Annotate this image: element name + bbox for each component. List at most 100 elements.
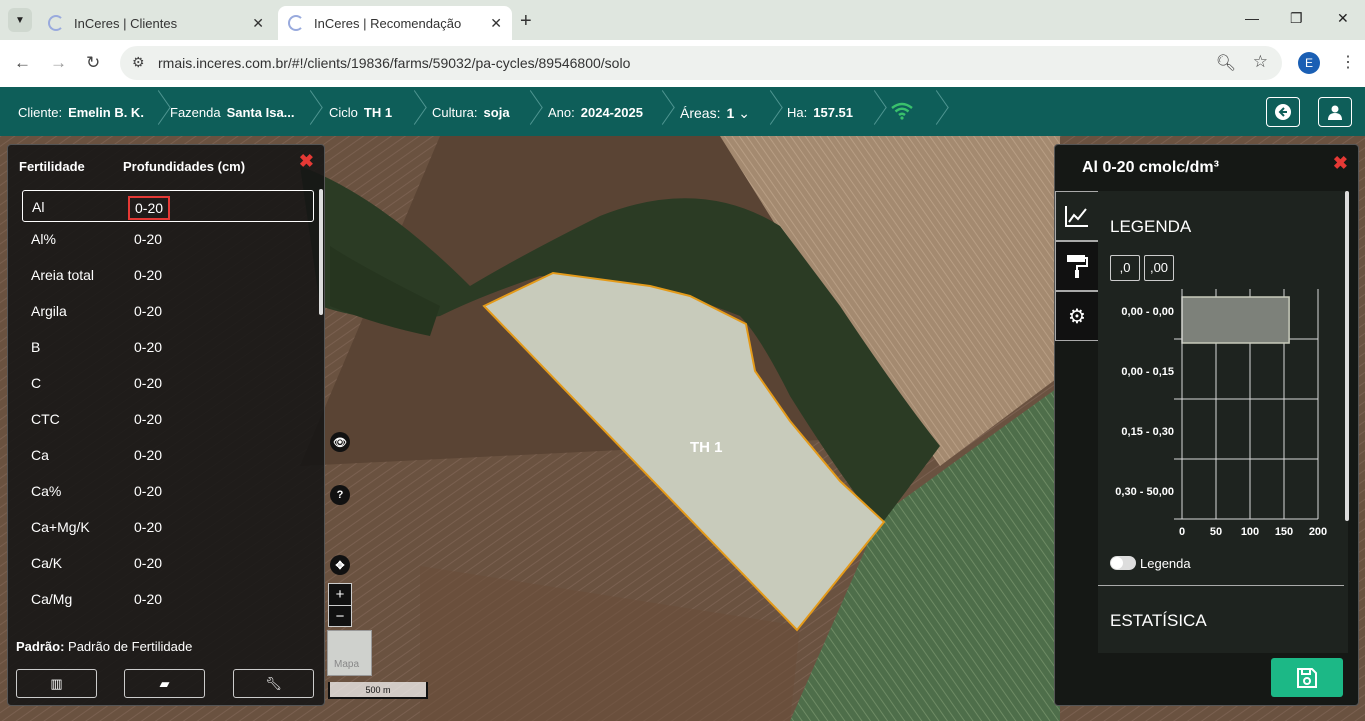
header-cultura[interactable]: Cultura: soja <box>432 105 510 120</box>
zoom-in-button[interactable]: + <box>329 584 351 605</box>
depth-value[interactable]: 0-20 <box>134 519 162 535</box>
depth-value[interactable]: 0-20 <box>134 411 162 427</box>
legend-bar-chart: 0 50 100 150 200 0,00 - 0,00 0,00 - 0,15 0,15 -… <box>1115 289 1327 538</box>
map-scale-bar: 500 m <box>328 682 428 699</box>
browser-tab-recomendacao[interactable]: InCeres | Recomendação ✕ <box>278 6 512 40</box>
reload-icon[interactable]: ↻ <box>86 53 100 73</box>
fertility-row[interactable]: Al% 0-20 <box>22 223 314 255</box>
save-button[interactable] <box>1271 658 1343 697</box>
map-type-button[interactable]: Mapa <box>327 630 372 676</box>
breadcrumb-separator <box>864 87 878 136</box>
fertility-row[interactable]: Ca% 0-20 <box>22 475 314 507</box>
breadcrumb-separator <box>404 87 418 136</box>
minimize-icon[interactable]: — <box>1245 10 1259 26</box>
depth-value[interactable]: 0-20 <box>134 339 162 355</box>
help-icon[interactable]: ? <box>330 485 350 505</box>
zoom-out-button[interactable]: − <box>329 605 351 626</box>
header-ano[interactable]: Ano: 2024-2025 <box>548 105 643 120</box>
back-button[interactable] <box>1266 97 1300 127</box>
restore-icon[interactable]: ❐ <box>1290 10 1303 27</box>
field-label[interactable]: TH 1 <box>690 439 723 456</box>
fertility-row[interactable]: Argila 0-20 <box>22 295 314 327</box>
depth-value[interactable]: 0-20 <box>134 231 162 247</box>
header-cliente[interactable]: Cliente: Emelin B. K. <box>18 105 144 120</box>
back-icon[interactable]: ← <box>14 53 31 73</box>
legend-toggle[interactable] <box>1110 556 1136 570</box>
attribute-name: B <box>31 339 41 355</box>
zoom-icon[interactable]: 🔍︎ <box>1216 53 1236 73</box>
legenda-heading: LEGENDA <box>1110 217 1192 236</box>
divider <box>1098 585 1344 586</box>
increase-decimals-button[interactable]: ,00 <box>1144 255 1174 281</box>
category-label: 0,15 - 0,30 <box>1121 426 1174 438</box>
bookmark-star-icon[interactable]: ☆ <box>1253 52 1268 72</box>
fertility-row[interactable]: Ca/Mg 0-20 <box>22 583 314 615</box>
category-label: 0,30 - 50,00 <box>1115 486 1174 498</box>
new-tab-icon[interactable]: + <box>520 10 532 33</box>
user-button[interactable] <box>1318 97 1352 127</box>
settings-tab[interactable]: ⚙ <box>1055 291 1099 341</box>
close-tab-icon[interactable]: ✕ <box>490 15 502 32</box>
x-tick-label: 0 <box>1179 526 1185 538</box>
close-panel-icon[interactable]: ✖ <box>299 151 314 172</box>
address-bar[interactable]: ⚙ rmais.inceres.com.br/#!/clients/19836/… <box>120 46 1282 80</box>
visibility-toggle-icon[interactable]: 👁 <box>330 432 350 452</box>
breadcrumb-separator <box>652 87 666 136</box>
depth-value[interactable]: 0-20 <box>134 555 162 571</box>
depth-value[interactable]: 0-20 <box>134 375 162 391</box>
bar <box>1181 296 1290 344</box>
tab-title: InCeres | Clientes <box>74 15 178 31</box>
profile-avatar[interactable]: E <box>1298 52 1320 74</box>
scrollbar[interactable] <box>1345 191 1349 521</box>
forward-icon[interactable]: → <box>50 53 67 73</box>
decrease-decimals-button[interactable]: ,0 <box>1110 255 1140 281</box>
header-areas[interactable]: Áreas: 1 ⌄ <box>680 105 750 122</box>
attribute-name: Al <box>32 199 45 215</box>
attribute-name: Ca+Mg/K <box>31 519 90 535</box>
fertility-row[interactable]: Al 0-20 <box>22 190 314 222</box>
breadcrumb-separator <box>300 87 314 136</box>
attribute-name: Ca% <box>31 483 62 499</box>
fertility-row[interactable]: Ca+Mg/K 0-20 <box>22 511 314 543</box>
fertility-row[interactable]: B 0-20 <box>22 331 314 363</box>
fertility-row[interactable]: Ca 0-20 <box>22 439 314 471</box>
layer-title: Al 0-20 cmolc/dm³ <box>1082 159 1219 176</box>
breadcrumb-separator <box>760 87 774 136</box>
browser-menu-icon[interactable]: ⋮ <box>1340 52 1356 72</box>
tab-search-button[interactable]: ▼ <box>8 8 32 32</box>
wifi-icon <box>891 102 913 120</box>
url-text[interactable]: rmais.inceres.com.br/#!/clients/19836/fa… <box>158 55 630 71</box>
fertility-row[interactable]: Areia total 0-20 <box>22 259 314 291</box>
header-fazenda[interactable]: Fazenda Santa Isa... <box>170 105 295 120</box>
close-panel-icon[interactable]: ✖ <box>1333 153 1348 174</box>
paint-roller-icon <box>1067 255 1088 278</box>
browser-toolbar: ← → ↻ ⚙ rmais.inceres.com.br/#!/clients/… <box>0 40 1365 87</box>
header-ciclo[interactable]: Ciclo TH 1 <box>329 105 392 120</box>
legend-body: LEGENDA ,0 ,00 0 50 100 150 200 0,00 - 0,00 0,… <box>1098 191 1349 653</box>
chart-tab[interactable] <box>1055 191 1099 241</box>
depth-value[interactable]: 0-20 <box>134 267 162 283</box>
site-settings-icon[interactable]: ⚙ <box>132 54 145 71</box>
fertility-row[interactable]: Ca/K 0-20 <box>22 547 314 579</box>
depth-value[interactable]: 0-20 <box>134 483 162 499</box>
settings-button[interactable]: 🔧︎ <box>233 669 314 698</box>
move-arrows-icon[interactable]: ✥ <box>330 555 350 575</box>
wrench-icon: 🔧︎ <box>265 675 282 691</box>
depth-value[interactable]: 0-20 <box>134 303 162 319</box>
window-close-icon[interactable]: ✕ <box>1337 10 1349 27</box>
depth-value[interactable]: 0-20 <box>134 591 162 607</box>
padrao-label: Padrão: <box>16 639 65 654</box>
notebook-button[interactable]: ▰ <box>124 669 205 698</box>
library-button[interactable]: ▥ <box>16 669 97 698</box>
fertility-row[interactable]: CTC 0-20 <box>22 403 314 435</box>
scrollbar[interactable] <box>319 189 323 315</box>
floppy-disk-icon <box>1297 667 1317 688</box>
fertility-row[interactable]: C 0-20 <box>22 367 314 399</box>
padrao-value: Padrão de Fertilidade <box>68 639 193 654</box>
depth-value[interactable]: 0-20 <box>134 447 162 463</box>
attribute-name: Argila <box>31 303 67 319</box>
depth-value[interactable]: 0-20 <box>128 196 171 220</box>
close-tab-icon[interactable]: ✕ <box>252 15 264 32</box>
paint-roller-tab[interactable] <box>1055 241 1099 291</box>
browser-tab-clientes[interactable]: InCeres | Clientes ✕ <box>38 6 274 40</box>
